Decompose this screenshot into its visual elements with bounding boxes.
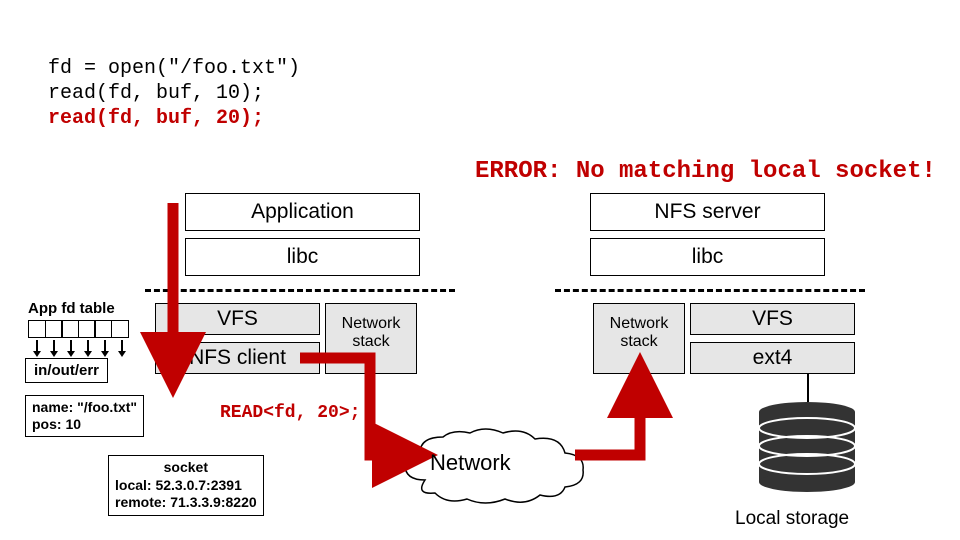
socket-title: socket: [115, 459, 257, 477]
storage-cylinder-icon: [755, 400, 860, 500]
code-line-3: read(fd, buf, 20);: [48, 106, 300, 131]
libc-box-right: libc: [590, 238, 825, 276]
dashed-separator-left: [145, 289, 455, 292]
code-line-1: fd = open("/foo.txt"): [48, 56, 300, 81]
fd-pos: pos: 10: [32, 416, 137, 433]
socket-remote: remote: 71.3.3.9:8220: [115, 494, 257, 512]
fd-arrow: [121, 340, 123, 352]
socket-info-box: socket local: 52.3.0.7:2391 remote: 71.3…: [108, 455, 264, 516]
fd-arrow: [87, 340, 89, 352]
code-block: fd = open("/foo.txt") read(fd, buf, 10);…: [48, 56, 300, 131]
file-descriptor-info-box: name: "/foo.txt" pos: 10: [25, 395, 144, 437]
fd-table-label: App fd table: [28, 300, 115, 317]
read-command: READ<fd, 20>;: [220, 403, 360, 423]
fd-cell: [61, 320, 79, 338]
local-storage-label: Local storage: [735, 508, 849, 530]
nfs-server-box: NFS server: [590, 193, 825, 231]
dashed-separator-right: [555, 289, 865, 292]
fd-arrow: [36, 340, 38, 352]
network-label: Network: [430, 450, 511, 476]
libc-box-left: libc: [185, 238, 420, 276]
fd-cell: [28, 320, 46, 338]
fd-arrow: [53, 340, 55, 352]
network-stack-label-right: Network stack: [595, 315, 683, 351]
socket-local: local: 52.3.0.7:2391: [115, 477, 257, 495]
code-line-2: read(fd, buf, 10);: [48, 81, 300, 106]
error-message: ERROR: No matching local socket!: [475, 158, 936, 185]
application-box: Application: [185, 193, 420, 231]
fd-arrow: [104, 340, 106, 352]
fd-table-cells: [28, 320, 129, 338]
fd-cell: [45, 320, 63, 338]
vfs-box-right: VFS: [690, 303, 855, 335]
in-out-err-box: in/out/err: [25, 358, 108, 383]
fd-cell: [78, 320, 96, 338]
fd-arrow: [70, 340, 72, 352]
fd-cell: [111, 320, 129, 338]
vfs-box-left: VFS: [155, 303, 320, 335]
fd-name: name: "/foo.txt": [32, 399, 137, 416]
fd-cell: [94, 320, 112, 338]
ext4-box: ext4: [690, 342, 855, 374]
nfs-client-box: NFS client: [155, 342, 320, 374]
ext4-storage-connector: [807, 374, 809, 402]
